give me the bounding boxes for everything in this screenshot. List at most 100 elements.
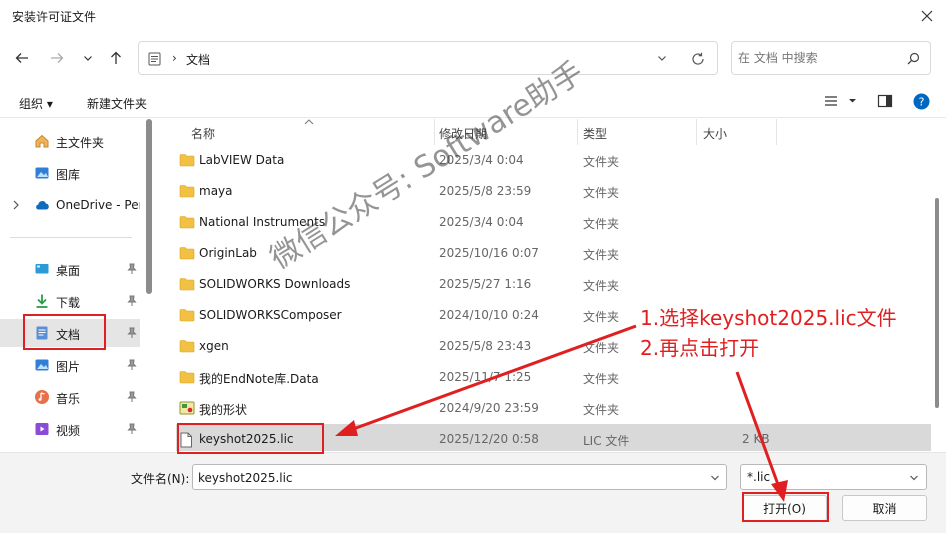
breadcrumb-separator: ›	[172, 51, 177, 65]
sidebar-item-onedrive[interactable]: OneDrive - Per	[0, 191, 140, 219]
sidebar-divider	[10, 237, 132, 238]
sidebar-scrollbar[interactable]	[146, 119, 152, 294]
help-button[interactable]: ?	[913, 93, 930, 113]
refresh-icon[interactable]	[691, 52, 705, 66]
document-icon	[148, 52, 161, 66]
folder-icon	[179, 308, 195, 325]
arrow-up-icon	[111, 51, 121, 64]
file-list: 名称 修改日期 类型 大小 LabVIEW Data 2025/3/4 0:04 文…	[156, 119, 936, 451]
folder-icon	[179, 246, 195, 263]
column-divider[interactable]	[577, 119, 578, 145]
table-row[interactable]: 我的形状 2024/9/20 23:59 文件夹	[176, 393, 931, 424]
pin-icon[interactable]	[127, 359, 137, 371]
help-icon: ?	[913, 93, 930, 110]
back-button[interactable]	[10, 46, 34, 70]
sort-up-icon	[304, 119, 314, 125]
preview-pane-button[interactable]	[877, 93, 893, 112]
chevron-down-icon[interactable]	[710, 474, 720, 482]
close-button[interactable]	[914, 4, 940, 28]
chevron-right-icon[interactable]	[12, 200, 20, 210]
file-type-filter[interactable]: *.lic	[740, 464, 927, 490]
file-type: 文件夹	[583, 403, 620, 417]
sidebar-item-home[interactable]: 主文件夹	[0, 127, 140, 155]
navigation-pane: 主文件夹 图库 OneDrive - Per 桌面 下载 文档 图片 音乐 视频	[0, 119, 145, 451]
window-title: 安装许可证文件	[12, 10, 97, 24]
search-box[interactable]	[731, 41, 931, 75]
sidebar-item-videos[interactable]: 视频	[0, 415, 140, 443]
file-type: 文件夹	[583, 217, 620, 231]
shapes-folder-icon	[179, 401, 195, 418]
file-date: 2025/5/27 1:16	[439, 277, 532, 291]
file-type: 文件夹	[583, 372, 620, 386]
folder-icon	[179, 339, 195, 356]
sidebar-item-label: 主文件夹	[56, 136, 105, 150]
download-icon	[36, 294, 48, 308]
file-date: 2025/5/8 23:59	[439, 184, 532, 198]
search-input[interactable]	[738, 49, 898, 67]
sidebar-item-gallery[interactable]: 图库	[0, 159, 140, 187]
file-type: 文件夹	[583, 279, 620, 293]
arrow-left-icon	[15, 53, 28, 63]
pin-icon[interactable]	[127, 327, 137, 339]
new-folder-button[interactable]: 新建文件夹	[87, 95, 147, 112]
column-divider[interactable]	[696, 119, 697, 145]
home-icon	[35, 134, 49, 148]
folder-icon	[179, 277, 195, 294]
chevron-down-icon	[84, 56, 92, 61]
folder-icon	[179, 184, 195, 201]
table-row[interactable]: maya 2025/5/8 23:59 文件夹	[176, 176, 931, 207]
file-name: SOLIDWORKSComposer	[199, 308, 342, 322]
chevron-down-icon	[910, 475, 918, 481]
filename-combobox[interactable]	[192, 464, 727, 490]
file-name: 我的形状	[199, 403, 248, 417]
search-icon	[907, 52, 920, 65]
file-date: 2025/11/7 1:25	[439, 370, 532, 384]
sidebar-item-music[interactable]: 音乐	[0, 383, 140, 411]
table-row[interactable]: 我的EndNote库.Data 2025/11/7 1:25 文件夹	[176, 362, 931, 393]
chevron-down-icon[interactable]	[657, 53, 667, 63]
table-row[interactable]: xgen 2025/5/8 23:43 文件夹	[176, 331, 931, 362]
pin-icon[interactable]	[127, 263, 137, 275]
sidebar-item-pictures[interactable]: 图片	[0, 351, 140, 379]
breadcrumb[interactable]: 文档	[186, 51, 210, 68]
picture-icon	[35, 359, 49, 371]
file-type: 文件夹	[583, 341, 620, 355]
filename-label: 文件名(N):	[131, 472, 190, 486]
sidebar-item-downloads[interactable]: 下载	[0, 287, 140, 315]
forward-button[interactable]	[45, 46, 69, 70]
pin-icon[interactable]	[127, 423, 137, 435]
title-bar: 安装许可证文件	[0, 0, 946, 32]
view-options-button[interactable]	[823, 93, 859, 112]
navigation-bar: › 文档	[0, 36, 946, 80]
gallery-icon	[35, 167, 49, 179]
music-icon	[35, 390, 49, 404]
preview-pane-icon	[877, 94, 893, 108]
file-name: xgen	[199, 339, 229, 353]
file-list-scrollbar[interactable]	[935, 198, 939, 408]
video-icon	[35, 423, 49, 435]
file-date: 2025/3/4 0:04	[439, 215, 524, 229]
desktop-icon	[35, 264, 49, 274]
pin-icon[interactable]	[127, 295, 137, 307]
cancel-button[interactable]: 取消	[842, 495, 927, 521]
recent-locations-button[interactable]	[76, 46, 100, 70]
column-divider[interactable]	[776, 119, 777, 145]
arrow-right-icon	[51, 53, 64, 63]
up-button[interactable]	[104, 46, 128, 70]
file-type-value: *.lic	[747, 470, 771, 484]
file-name: SOLIDWORKS Downloads	[199, 277, 351, 291]
filename-input[interactable]	[198, 469, 698, 486]
address-bar[interactable]: › 文档	[138, 41, 718, 75]
file-type: 文件夹	[583, 310, 620, 324]
file-date: 2025/12/20 0:58	[439, 432, 539, 446]
pin-icon[interactable]	[127, 391, 137, 403]
folder-icon	[179, 215, 195, 232]
table-row[interactable]: SOLIDWORKS Downloads 2025/5/27 1:16 文件夹	[176, 269, 931, 300]
highlight-box-open	[742, 492, 829, 522]
organize-button[interactable]: 组织 ▾	[19, 95, 53, 112]
file-type: 文件夹	[583, 248, 620, 262]
cloud-icon	[36, 201, 49, 210]
annotation-step-2: 2.再点击打开	[640, 336, 760, 360]
table-row[interactable]: LabVIEW Data 2025/3/4 0:04 文件夹	[176, 145, 931, 176]
sidebar-item-desktop[interactable]: 桌面	[0, 255, 140, 283]
